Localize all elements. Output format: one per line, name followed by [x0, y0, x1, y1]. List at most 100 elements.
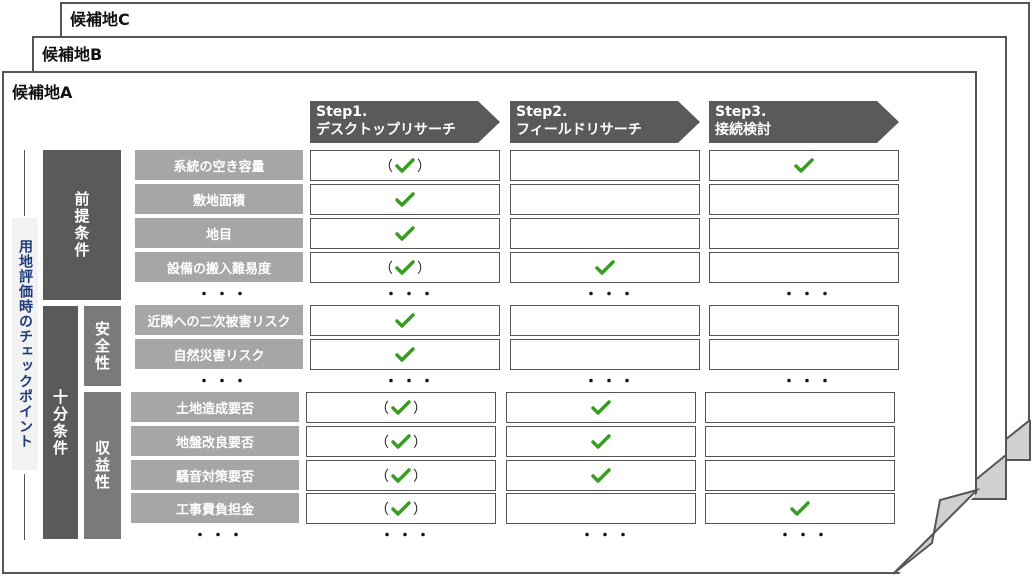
grid-cell: [705, 392, 895, 423]
grid-cell: [709, 218, 899, 249]
row-label: 騒音対策要否: [131, 460, 299, 490]
grid-cell: [510, 305, 700, 336]
grid-cell: [709, 184, 899, 215]
side-label: 用地評価時のチェックポイント: [12, 218, 38, 470]
row-label: 系統の空き容量: [135, 150, 303, 180]
step1-line1: Step1.: [316, 104, 368, 120]
sheet-c-title: 候補地C: [70, 10, 130, 29]
step1-line2: デスクトップリサーチ: [316, 122, 456, 138]
ellipsis: ・・・: [584, 287, 638, 303]
group-profitability: 収益性: [84, 392, 121, 539]
ellipsis: ・・・: [778, 528, 832, 544]
side-line-bottom: [24, 474, 25, 540]
grid-cell: [310, 184, 500, 215]
grid-cell: [510, 218, 700, 249]
row-label: 地目: [135, 218, 303, 248]
check-icon: [591, 467, 611, 484]
group-safety: 安全性: [84, 306, 121, 386]
row-label: 自然災害リスク: [135, 339, 303, 369]
step2-header: Step2. フィールドリサーチ: [510, 101, 700, 143]
side-line-top: [24, 150, 25, 216]
grid-cell: [506, 460, 696, 491]
ellipsis: ・・・: [584, 374, 638, 390]
check-icon: [391, 467, 411, 484]
paren-open: （: [375, 501, 389, 518]
grid-cell: [709, 305, 899, 336]
grid-cell: （）: [306, 426, 496, 457]
grid-cell: [506, 426, 696, 457]
grid-cell: [510, 339, 700, 370]
group-precondition: 前提条件: [43, 150, 121, 300]
grid-cell: [310, 339, 500, 370]
ellipsis: ・・・: [380, 528, 434, 544]
check-icon: [395, 259, 415, 276]
check-icon: [391, 433, 411, 450]
paren-close: ）: [417, 158, 431, 175]
ellipsis: ・・・: [384, 287, 438, 303]
ellipsis: ・・・: [580, 528, 634, 544]
paren-open: （: [379, 260, 393, 277]
check-icon: [595, 259, 615, 276]
row-label: 近隣への二次被害リスク: [135, 305, 303, 335]
check-icon: [395, 312, 415, 329]
grid-cell: [506, 392, 696, 423]
check-icon: [591, 433, 611, 450]
check-icon: [391, 500, 411, 517]
group-sufficient: 十分条件: [43, 306, 78, 539]
paren-open: （: [375, 468, 389, 485]
step2-line1: Step2.: [516, 104, 568, 120]
row-label: 敷地面積: [135, 184, 303, 214]
check-icon: [790, 500, 810, 517]
grid-cell: （）: [310, 252, 500, 283]
check-icon: [591, 399, 611, 416]
sheet-a-fold: [892, 488, 980, 575]
paren-close: ）: [413, 501, 427, 518]
ellipsis: ・・・: [193, 528, 247, 544]
grid-cell: [510, 150, 700, 181]
grid-cell: （）: [306, 392, 496, 423]
check-icon: [395, 225, 415, 242]
check-icon: [794, 157, 814, 174]
step3-line1: Step3.: [715, 104, 767, 120]
grid-cell: [310, 218, 500, 249]
grid-cell: [709, 339, 899, 370]
ellipsis: ・・・: [782, 374, 836, 390]
ellipsis: ・・・: [197, 374, 251, 390]
paren-close: ）: [413, 468, 427, 485]
grid-cell: （）: [306, 460, 496, 491]
row-label: 土地造成要否: [131, 392, 299, 422]
sheet-a-title: 候補地A: [12, 83, 73, 102]
row-label: 工事費負担金: [131, 493, 299, 523]
row-label: 地盤改良要否: [131, 426, 299, 456]
grid-cell: [709, 252, 899, 283]
check-icon: [395, 346, 415, 363]
paren-close: ）: [417, 260, 431, 277]
row-label: 設備の搬入難易度: [135, 252, 303, 282]
grid-cell: （）: [306, 493, 496, 524]
check-icon: [391, 399, 411, 416]
grid-cell: [310, 305, 500, 336]
paren-open: （: [379, 158, 393, 175]
ellipsis: ・・・: [782, 287, 836, 303]
grid-cell: [506, 493, 696, 524]
check-icon: [395, 157, 415, 174]
ellipsis: ・・・: [384, 374, 438, 390]
grid-cell: [510, 252, 700, 283]
ellipsis: ・・・: [197, 287, 251, 303]
step1-header: Step1. デスクトップリサーチ: [310, 101, 500, 143]
sheet-b-title: 候補地B: [42, 45, 103, 64]
grid-cell: [705, 460, 895, 491]
grid-cell: [705, 426, 895, 457]
grid-cell: [705, 493, 895, 524]
grid-cell: [709, 150, 899, 181]
step2-line2: フィールドリサーチ: [516, 122, 642, 138]
step3-line2: 接続検討: [715, 122, 771, 138]
paren-close: ）: [413, 434, 427, 451]
grid-cell: [510, 184, 700, 215]
paren-open: （: [375, 400, 389, 417]
check-icon: [395, 191, 415, 208]
paren-close: ）: [413, 400, 427, 417]
paren-open: （: [375, 434, 389, 451]
grid-cell: （）: [310, 150, 500, 181]
step3-header: Step3. 接続検討: [709, 101, 899, 143]
